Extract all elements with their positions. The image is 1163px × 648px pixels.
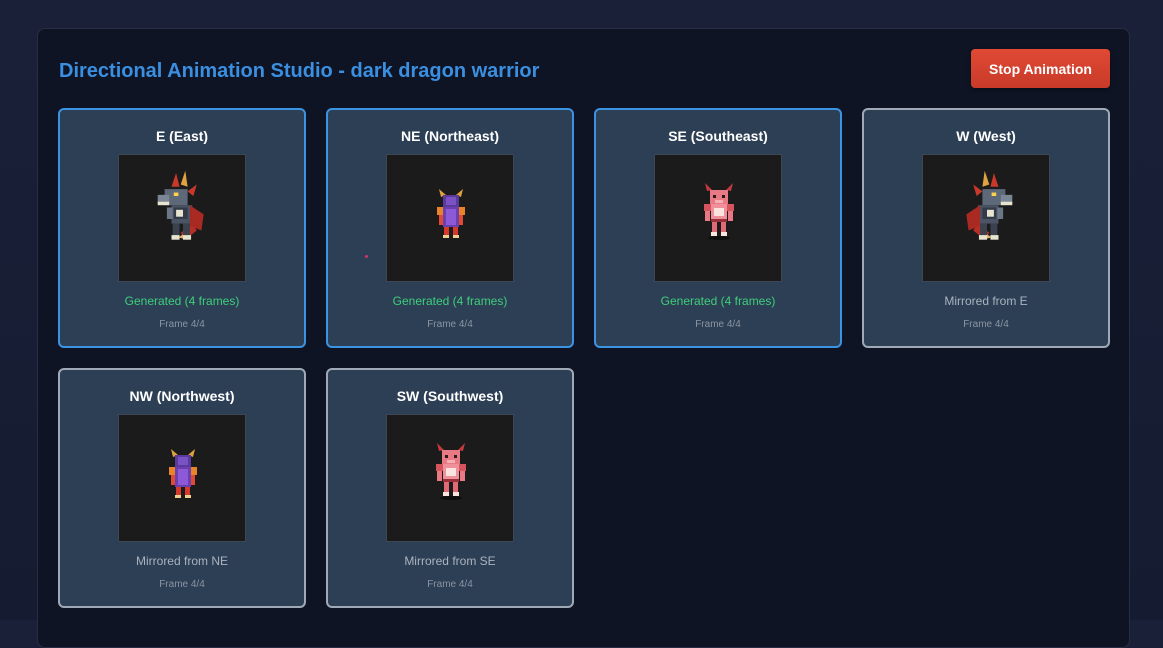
- warrior-back-icon: [169, 449, 197, 498]
- warrior-front-icon: [436, 443, 466, 500]
- sprite-preview: [386, 154, 514, 282]
- direction-card-northeast[interactable]: NE (Northeast) Generated (4 frames) Fram…: [326, 108, 574, 348]
- frame-counter: Frame 4/4: [159, 579, 205, 590]
- direction-status: Mirrored from SE: [404, 554, 496, 568]
- direction-label: NW (Northwest): [129, 388, 235, 404]
- cursor-dot: [365, 255, 368, 258]
- direction-card-southeast[interactable]: SE (Southeast) Generated (4 frames) Fram…: [594, 108, 842, 348]
- frame-counter: Frame 4/4: [159, 319, 205, 330]
- frame-counter: Frame 4/4: [427, 319, 473, 330]
- stop-animation-button[interactable]: Stop Animation: [971, 49, 1110, 88]
- sprite-preview: [922, 154, 1050, 282]
- frame-counter: Frame 4/4: [695, 319, 741, 330]
- direction-label: E (East): [155, 128, 209, 144]
- direction-card-east[interactable]: E (East) Generated (4 frames) Frame 4/4: [58, 108, 306, 348]
- dragon-side-icon: [966, 170, 1013, 240]
- dragon-side-icon: [157, 170, 204, 240]
- frame-counter: Frame 4/4: [427, 579, 473, 590]
- direction-label: NE (Northeast): [400, 128, 499, 144]
- sprite-preview: [654, 154, 782, 282]
- direction-status: Generated (4 frames): [660, 294, 776, 308]
- direction-card-southwest[interactable]: SW (Southwest) Mirrored from SE Frame 4/…: [326, 368, 574, 608]
- warrior-front-icon: [704, 183, 734, 240]
- animation-studio-panel: Directional Animation Studio - dark drag…: [37, 28, 1130, 648]
- studio-title: Directional Animation Studio - dark drag…: [59, 60, 540, 82]
- direction-status: Mirrored from E: [944, 294, 1028, 308]
- direction-label: SW (Southwest): [396, 388, 504, 404]
- direction-card-west[interactable]: W (West) Mirrored from E Frame 4/4: [862, 108, 1110, 348]
- sprite-preview: [386, 414, 514, 542]
- direction-status: Generated (4 frames): [392, 294, 508, 308]
- direction-status: Generated (4 frames): [124, 294, 240, 308]
- frame-counter: Frame 4/4: [963, 319, 1009, 330]
- direction-label: W (West): [956, 128, 1016, 144]
- direction-label: SE (Southeast): [668, 128, 768, 144]
- direction-card-northwest[interactable]: NW (Northwest) Mirrored from NE Frame 4/…: [58, 368, 306, 608]
- sprite-preview: [118, 154, 246, 282]
- direction-status: Mirrored from NE: [135, 554, 228, 568]
- sprite-preview: [118, 414, 246, 542]
- warrior-back-icon: [437, 189, 465, 238]
